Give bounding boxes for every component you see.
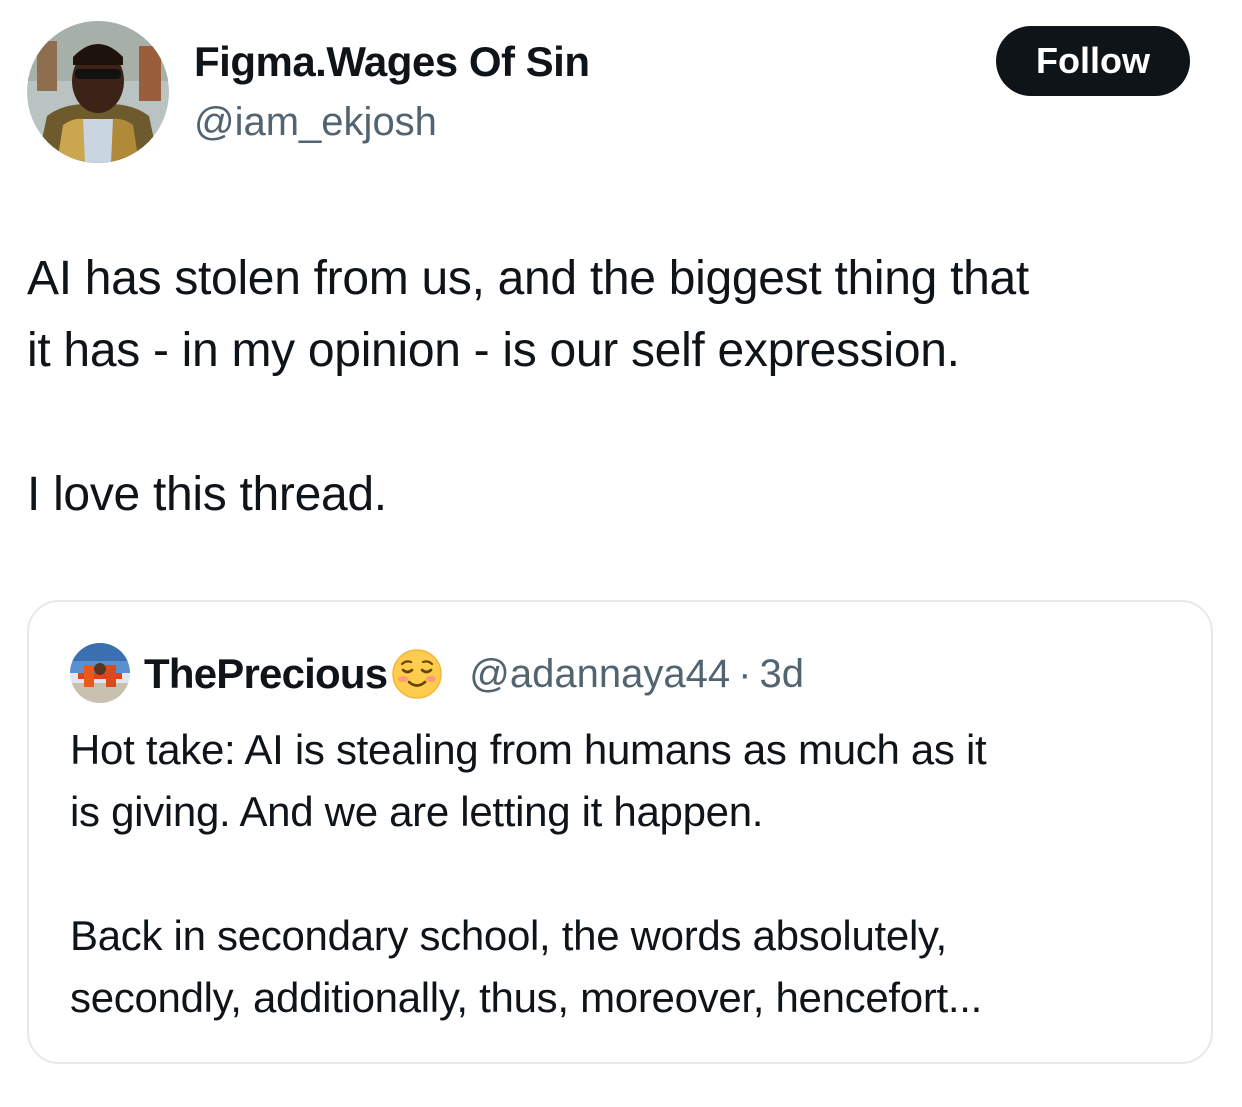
quoted-tweet-timestamp[interactable]: 3d [759,652,804,697]
quoted-tweet-header: ThePrecious @adannaya44 · 3d [144,646,804,702]
separator-dot: · [738,651,752,696]
quoted-author-display-name[interactable]: ThePrecious [144,650,388,698]
tweet-text: AI has stolen from us, and the biggest t… [27,243,1217,531]
tweet-text-line: I love this thread. [27,468,387,521]
quoted-tweet-text-line: Hot take: AI is stealing from humans as … [70,726,987,773]
author-avatar[interactable] [27,21,169,163]
author-handle[interactable]: @iam_ekjosh [194,97,437,147]
quoted-tweet-text-line: is giving. And we are letting it happen. [70,788,764,835]
quoted-tweet-text-line: Back in secondary school, the words abso… [70,912,947,959]
quoted-author-handle[interactable]: @adannaya44 [469,652,730,697]
follow-button[interactable]: Follow [996,26,1190,96]
tweet-text-line: it has - in my opinion - is our self exp… [27,324,960,377]
quoted-tweet-card[interactable]: ThePrecious @adannaya44 · 3d Hot take: A… [27,600,1213,1064]
author-display-name[interactable]: Figma.Wages Of Sin [194,36,590,88]
quoted-tweet-text-line: secondly, additionally, thus, moreover, … [70,974,983,1021]
quoted-tweet-text: Hot take: AI is stealing from humans as … [70,719,1180,1029]
relieved-face-emoji-icon [391,648,443,700]
tweet-text-line: AI has stolen from us, and the biggest t… [27,252,1029,305]
quoted-author-avatar[interactable] [70,643,130,703]
